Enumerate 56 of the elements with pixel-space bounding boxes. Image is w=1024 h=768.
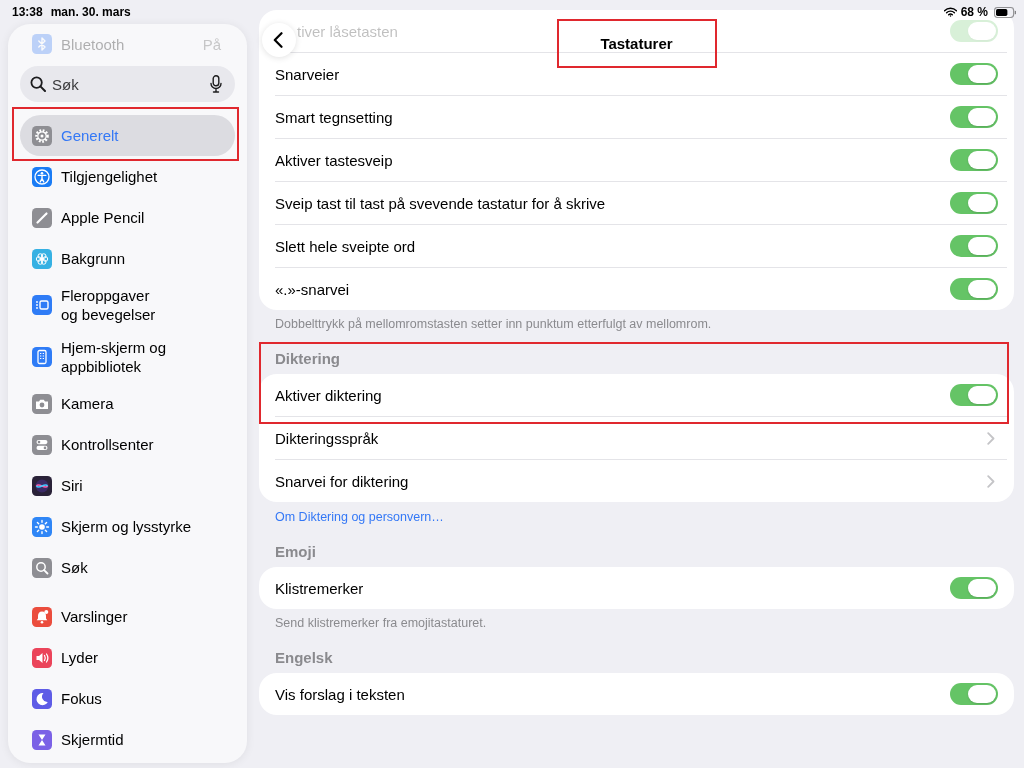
setting-label: Smart tegnsetting — [275, 108, 394, 126]
status-date: man. 30. mars — [50, 5, 131, 19]
sidebar-item[interactable]: Kontrollsenter — [20, 424, 235, 465]
sidebar-item[interactable]: Fokus — [20, 678, 235, 719]
setting-label: Aktiver tastesveip — [275, 151, 394, 169]
setting-label: «.»-snarvei — [275, 280, 351, 298]
setting-label: Aktiver diktering — [275, 386, 383, 404]
toggle-switch[interactable] — [950, 106, 998, 128]
setting-label: Snarveier — [275, 65, 341, 83]
sidebar-item[interactable]: Kamera — [20, 383, 235, 424]
microphone-icon — [210, 75, 222, 93]
section-header: Emoji — [274, 542, 317, 562]
sidebar-item[interactable]: Skjerm og lysstyrke — [20, 506, 235, 547]
toggle-switch[interactable] — [950, 577, 998, 599]
toggle-switch[interactable] — [950, 278, 998, 300]
sidebar-item[interactable]: Bakgrunn — [20, 238, 235, 279]
sidebar-item[interactable]: Fleroppgaver og bevegelser — [20, 279, 235, 331]
setting-label: Klistremerker — [275, 579, 365, 597]
sidebar-item[interactable]: Søk — [20, 547, 235, 588]
sidebar-item[interactable]: Lyder — [20, 637, 235, 678]
sidebar-item[interactable]: Skjermtid — [20, 719, 235, 760]
toggle-switch[interactable] — [950, 63, 998, 85]
section-header: Diktering — [274, 349, 341, 369]
chevron-left-icon — [273, 32, 283, 48]
search-input[interactable]: Søk — [52, 75, 210, 93]
toggle-switch[interactable] — [950, 192, 998, 214]
bluetooth-icon — [32, 34, 52, 54]
section-footnote: Dobbelttrykk på mellomromstasten setter inn punktum etterfulgt av mellomrom. — [274, 316, 713, 332]
section-footnote: Send klistremerker fra emojitastaturet. — [274, 615, 488, 631]
setting-label: Vis forslag i teksten — [275, 685, 406, 703]
sidebar-item[interactable]: Hjem-skjerm og appbibliotek — [20, 331, 235, 383]
battery-icon — [994, 6, 1016, 18]
chevron-right-icon — [987, 431, 995, 445]
toggle-switch[interactable] — [950, 683, 998, 705]
settings-link-row[interactable]: Dikteringsspråk — [259, 417, 1014, 459]
sidebar-item[interactable]: Varslinger — [20, 596, 235, 637]
sidebar-item[interactable]: Tilgjengelighet — [20, 156, 235, 197]
toggle-switch[interactable] — [950, 235, 998, 257]
toggle-switch[interactable] — [950, 149, 998, 171]
status-time: 13:38 — [12, 5, 43, 19]
setting-label: tiver låsetasten — [297, 22, 399, 40]
battery-percentage: 68 % — [960, 5, 988, 19]
section-header: Engelsk — [274, 648, 334, 668]
sidebar-item[interactable]: Siri — [20, 465, 235, 506]
search-icon — [30, 76, 46, 92]
setting-label: Sveip tast til tast på svevende tastatur for å skrive — [275, 194, 607, 212]
setting-label: Slett hele sveipte ord — [275, 237, 417, 255]
sidebar-item[interactable]: Apple Pencil — [20, 197, 235, 238]
wifi-icon — [943, 7, 957, 17]
page-title: Tastaturer — [600, 35, 673, 52]
settings-link-row[interactable]: Snarvei for diktering — [259, 460, 1014, 502]
chevron-right-icon — [987, 474, 995, 488]
search-bar[interactable]: Søk — [20, 66, 235, 102]
toggle-switch[interactable] — [950, 20, 998, 42]
privacy-link[interactable]: Om Diktering og personvern… — [275, 510, 444, 524]
toggle-switch[interactable] — [950, 384, 998, 406]
